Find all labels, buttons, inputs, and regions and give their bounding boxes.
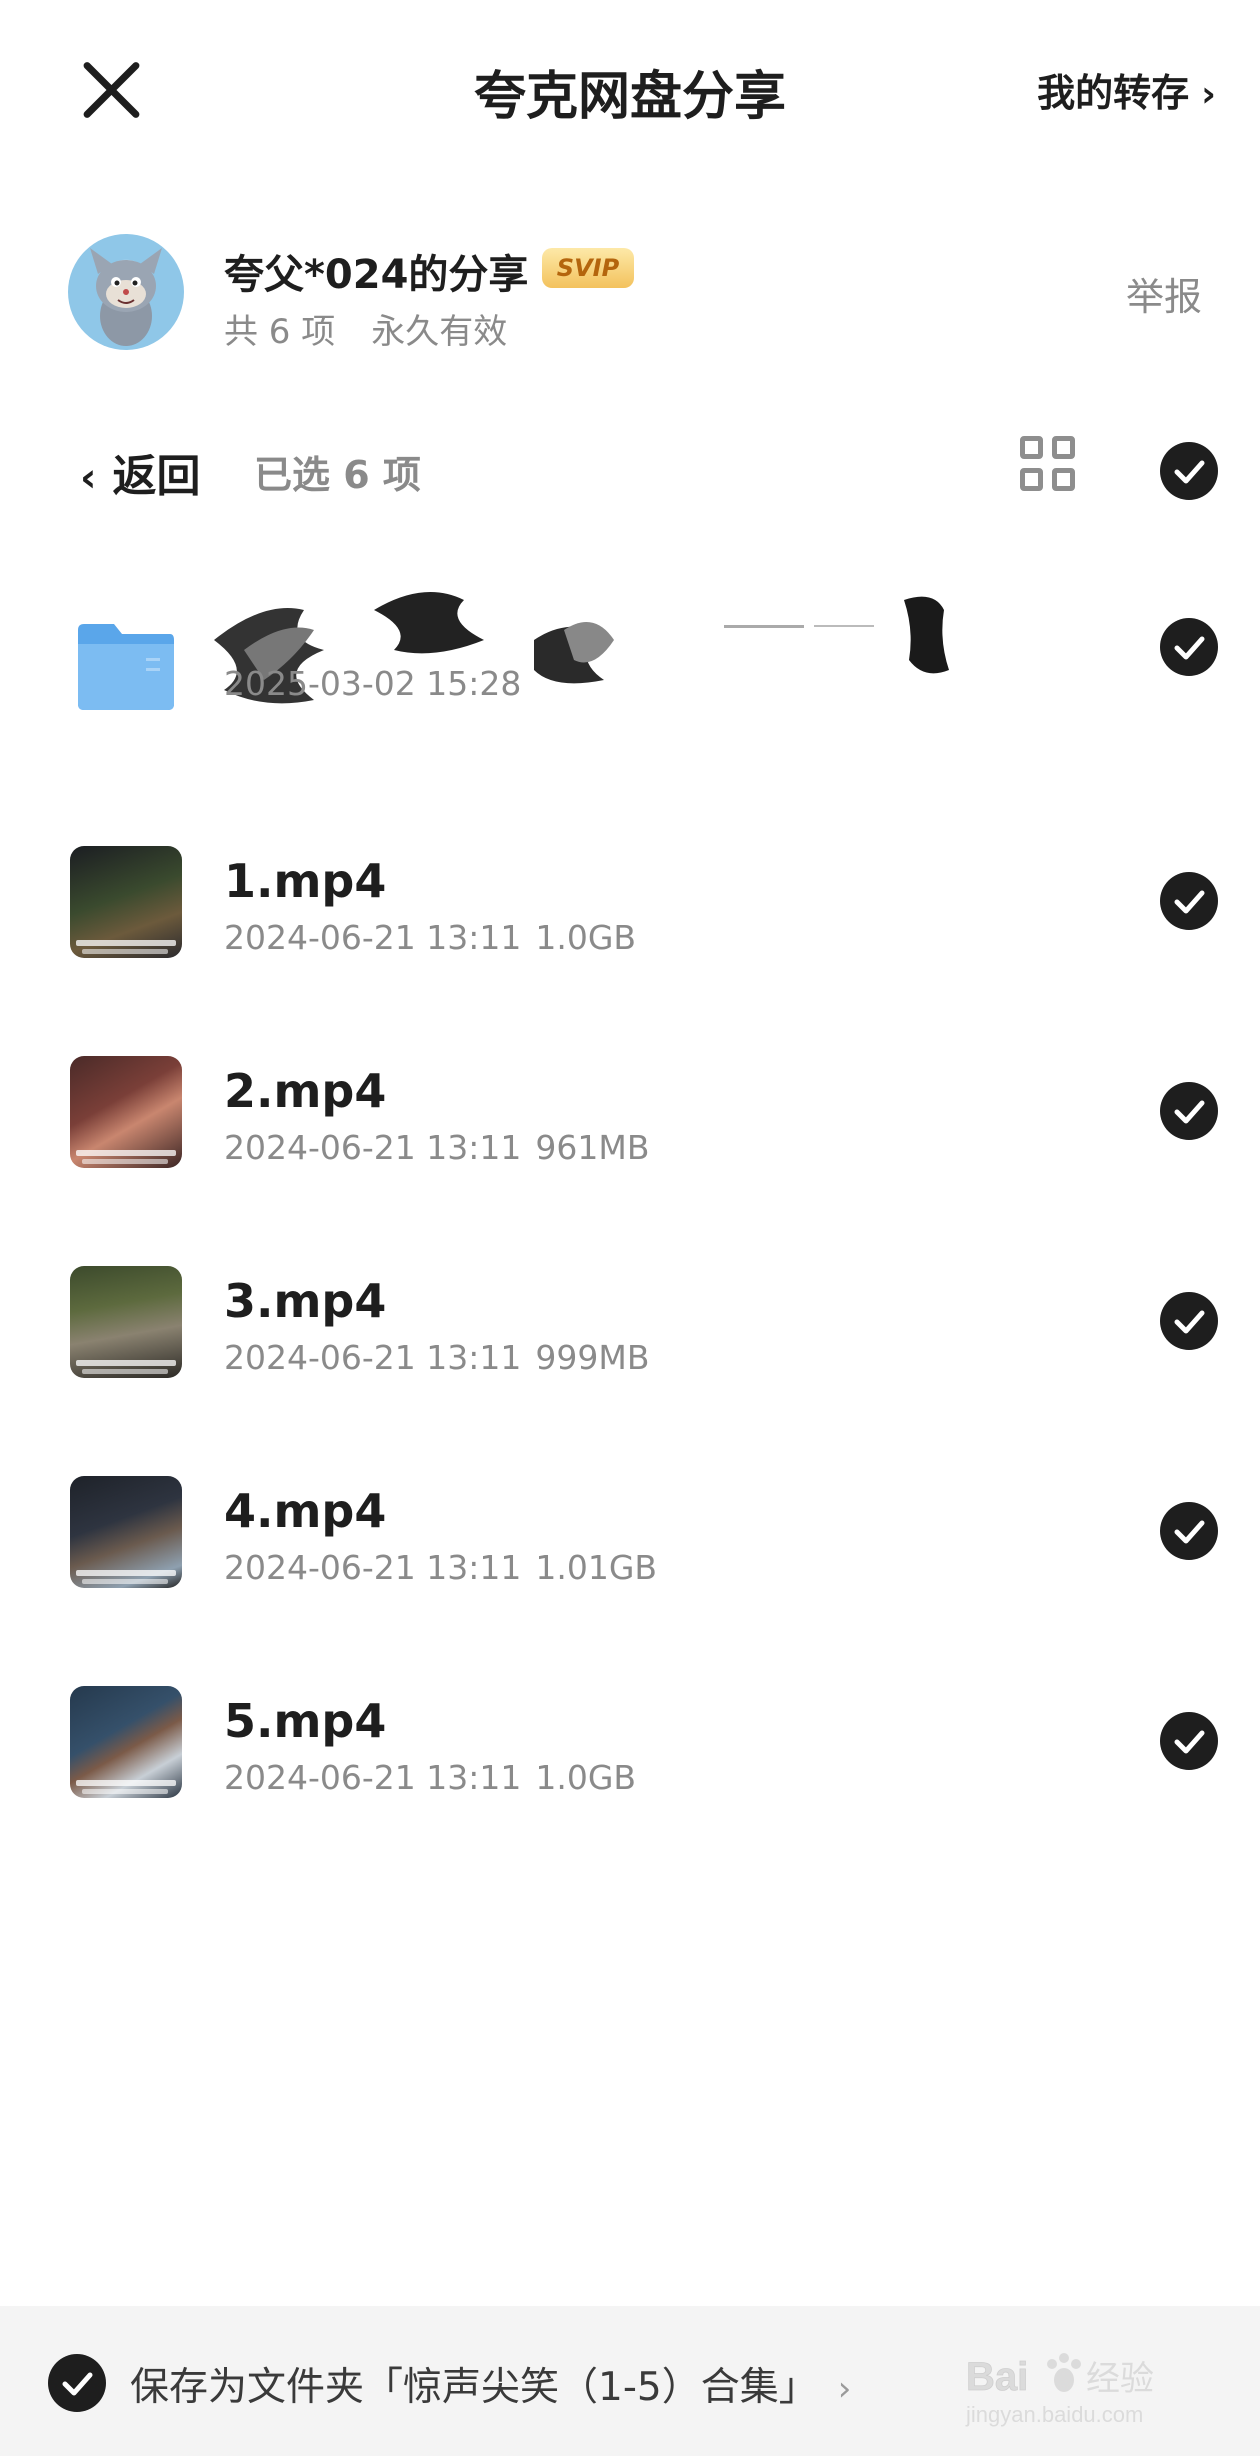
file-name: 2.mp4 [224,1064,387,1118]
file-meta: 2024-06-21 13:11 1.01GB [224,1548,657,1587]
redacted-folder-name [204,580,1004,730]
video-thumbnail [70,1686,182,1798]
file-size: 999MB [535,1338,650,1377]
list-item-video[interactable]: 1.mp4 2024-06-21 13:11 1.0GB [0,834,1260,994]
selection-bar: ‹ 返回 已选 6 项 [0,420,1260,520]
select-all-checkbox[interactable] [1160,442,1218,500]
file-meta: 2024-06-21 13:11 1.0GB [224,1758,636,1797]
top-bar: 夸克网盘分享 我的转存 › [0,0,1260,180]
file-size: 1.0GB [535,1758,637,1797]
list-item-video[interactable]: 3.mp4 2024-06-21 13:11 999MB [0,1254,1260,1414]
validity-text: 永久有效 [371,312,508,352]
file-checkbox[interactable] [1160,872,1218,930]
file-meta: 2024-06-21 13:11 999MB [224,1338,649,1377]
file-size: 1.0GB [535,918,637,957]
save-as-folder-option[interactable]: 保存为文件夹「惊声尖笑（1-5）合集」 › [130,2356,851,2412]
file-date: 2024-06-21 13:11 [224,1758,522,1797]
save-as-folder-label: 保存为文件夹「惊声尖笑（1-5）合集」 [130,2365,818,2410]
file-meta: 2025-03-02 15:28 [224,664,521,703]
baidu-watermark: Bai 经验 jingyan.baidu.com [964,2346,1214,2430]
file-name: 1.mp4 [224,854,387,908]
item-count: 共 6 项 [224,312,336,352]
chevron-right-icon: › [1201,74,1216,115]
watermark-suffix: 经验 [1086,2359,1154,2399]
watermark-brand: Bai [966,2355,1028,2399]
selected-count: 已选 6 项 [254,453,421,497]
video-thumbnail [70,1056,182,1168]
file-checkbox[interactable] [1160,1712,1218,1770]
sharer-info: 夸父*024的分享 SVIP 共 6 项永久有效 举报 [0,220,1260,370]
watermark-url: jingyan.baidu.com [965,2402,1143,2427]
chevron-left-icon: ‹ [80,455,97,501]
file-name: 3.mp4 [224,1274,387,1328]
file-name: 4.mp4 [224,1484,387,1538]
list-item-video[interactable]: 5.mp4 2024-06-21 13:11 1.0GB [0,1674,1260,1834]
file-meta: 2024-06-21 13:11 1.0GB [224,918,636,957]
file-meta: 2024-06-21 13:11 961MB [224,1128,649,1167]
file-checkbox[interactable] [1160,1292,1218,1350]
save-as-folder-checkbox[interactable] [48,2354,106,2412]
file-date: 2024-06-21 13:11 [224,1338,522,1377]
svip-badge: SVIP [542,248,634,288]
list-item-video[interactable]: 2.mp4 2024-06-21 13:11 961MB [0,1044,1260,1204]
file-date: 2024-06-21 13:11 [224,1548,522,1587]
grid-view-icon[interactable] [1020,436,1078,494]
file-checkbox[interactable] [1160,1082,1218,1140]
video-thumbnail [70,1476,182,1588]
share-meta: 共 6 项永久有效 [224,304,507,353]
video-thumbnail [70,846,182,958]
list-item-folder[interactable]: 2025-03-02 15:28 [0,580,1260,740]
list-item-video[interactable]: 4.mp4 2024-06-21 13:11 1.01GB [0,1464,1260,1624]
avatar[interactable] [68,234,184,350]
my-transfer-link[interactable]: 我的转存 › [1037,62,1216,117]
file-checkbox[interactable] [1160,618,1218,676]
back-label: 返回 [112,451,201,502]
file-date: 2025-03-02 15:28 [224,664,522,703]
report-button[interactable]: 举报 [1126,266,1202,321]
sharer-name: 夸父*024的分享 [224,252,529,298]
file-date: 2024-06-21 13:11 [224,1128,522,1167]
file-size: 1.01GB [535,1548,658,1587]
file-name: 5.mp4 [224,1694,387,1748]
chevron-right-icon: › [837,2369,852,2409]
file-date: 2024-06-21 13:11 [224,918,522,957]
bottom-save-bar: 保存为文件夹「惊声尖笑（1-5）合集」 › Bai 经验 jingyan.baid… [0,2306,1260,2456]
file-checkbox[interactable] [1160,1502,1218,1560]
back-button[interactable]: ‹ 返回 [80,440,200,504]
folder-icon [74,620,178,712]
my-transfer-label: 我的转存 [1037,71,1190,115]
file-size: 961MB [535,1128,650,1167]
video-thumbnail [70,1266,182,1378]
